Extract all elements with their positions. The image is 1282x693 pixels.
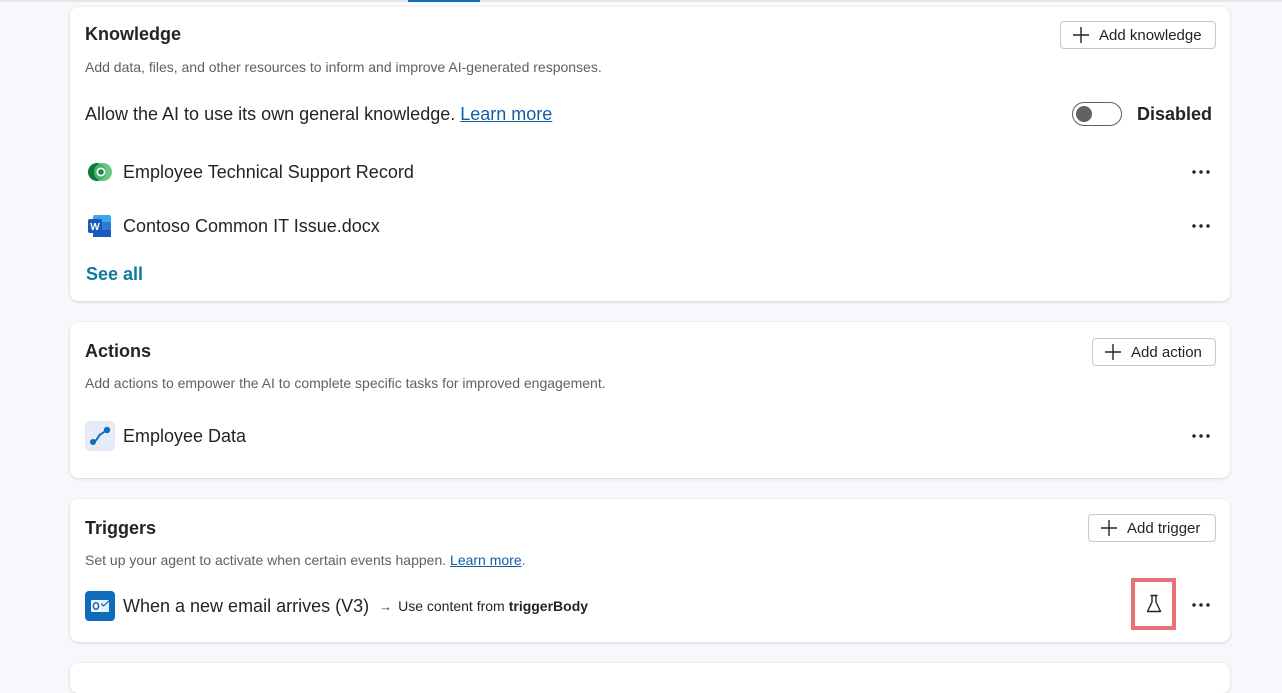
test-trigger-button[interactable]: [1131, 578, 1176, 630]
knowledge-item-more-button[interactable]: [1187, 158, 1215, 186]
knowledge-item-more-button[interactable]: [1187, 212, 1215, 240]
add-action-label: Add action: [1131, 343, 1202, 361]
plus-icon: [1105, 344, 1121, 360]
outlook-icon: [85, 591, 115, 621]
add-knowledge-button[interactable]: Add knowledge: [1060, 21, 1216, 49]
knowledge-title: Knowledge: [85, 24, 182, 44]
triggers-description-text: Set up your agent to activate when certa…: [85, 552, 447, 568]
trigger-item-more-button[interactable]: [1187, 591, 1215, 619]
action-item[interactable]: Employee Data: [85, 421, 1215, 451]
trigger-item-detail-value: triggerBody: [508, 598, 589, 614]
more-icon: [1192, 603, 1210, 607]
beaker-icon: [1146, 594, 1161, 613]
triggers-description: Set up your agent to activate when certa…: [85, 552, 526, 568]
more-icon: [1192, 434, 1210, 438]
action-item-more-button[interactable]: [1187, 422, 1215, 450]
next-card: [70, 663, 1230, 693]
action-item-label: Employee Data: [123, 425, 247, 446]
general-knowledge-learn-more-link[interactable]: Learn more: [460, 104, 552, 124]
triggers-learn-more-link[interactable]: Learn more: [450, 552, 522, 568]
trigger-item-label: When a new email arrives (V3): [123, 595, 370, 616]
dataverse-icon: [85, 157, 115, 187]
knowledge-description: Add data, files, and other resources to …: [85, 59, 602, 75]
plus-icon: [1073, 27, 1089, 43]
svg-text:W: W: [90, 222, 100, 233]
add-trigger-label: Add trigger: [1127, 519, 1201, 537]
triggers-description-period: .: [521, 552, 526, 568]
trigger-item[interactable]: When a new email arrives (V3) → Use cont…: [85, 591, 1215, 621]
toggle-state-label: Disabled: [1137, 104, 1213, 124]
trigger-item-detail-prefix: Use content from: [398, 598, 505, 614]
knowledge-item-label: Employee Technical Support Record: [123, 161, 414, 182]
general-knowledge-text: Allow the AI to use its own general know…: [85, 104, 456, 124]
knowledge-item[interactable]: Employee Technical Support Record: [85, 157, 1215, 187]
active-tab-indicator: [408, 0, 480, 2]
toggle-knob: [1076, 106, 1092, 122]
add-action-button[interactable]: Add action: [1092, 338, 1216, 366]
top-divider: [0, 0, 1282, 2]
triggers-title: Triggers: [85, 518, 157, 538]
knowledge-card: Knowledge Add knowledge Add data, files,…: [70, 7, 1230, 301]
triggers-card: Triggers Add trigger Set up your agent t…: [70, 499, 1230, 642]
word-icon: W: [85, 211, 115, 241]
connector-icon: [85, 421, 115, 451]
plus-icon: [1101, 520, 1117, 536]
knowledge-item-label: Contoso Common IT Issue.docx: [123, 215, 380, 236]
general-knowledge-row: Allow the AI to use its own general know…: [85, 104, 552, 125]
actions-card: Actions Add action Add actions to empowe…: [70, 322, 1230, 478]
general-knowledge-toggle[interactable]: [1072, 102, 1122, 126]
more-icon: [1192, 170, 1210, 174]
actions-title: Actions: [85, 341, 152, 361]
more-icon: [1192, 224, 1210, 228]
add-knowledge-label: Add knowledge: [1099, 26, 1202, 44]
see-all-link[interactable]: See all: [86, 264, 143, 285]
add-trigger-button[interactable]: Add trigger: [1088, 514, 1216, 542]
actions-description: Add actions to empower the AI to complet…: [85, 375, 606, 391]
knowledge-item[interactable]: W Contoso Common IT Issue.docx: [85, 211, 1215, 241]
arrow-right-icon: →: [379, 598, 393, 614]
